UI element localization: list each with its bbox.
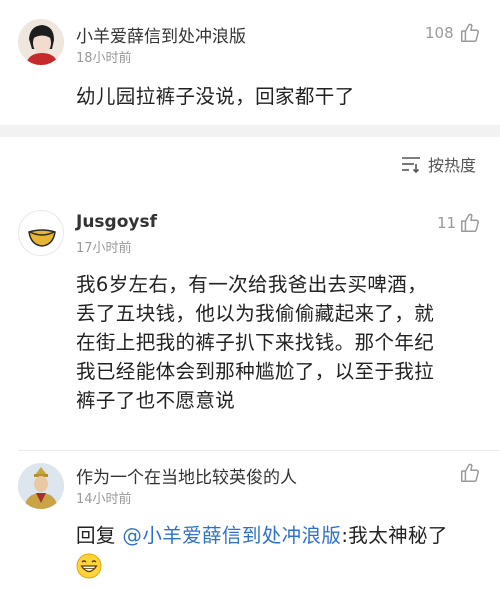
laughing-emoji-icon — [76, 553, 102, 579]
reply-prefix: 回复 — [76, 524, 116, 547]
section-separator — [0, 125, 500, 137]
username[interactable]: Jusgoysf — [76, 212, 157, 232]
comment-text-line: 在街上把我的裤子扒下来找钱。那个年纪 — [76, 331, 435, 354]
comment-item: 小羊爱薛信到处冲浪版 18小时前 108 幼儿园拉裤子没说，回家都干了 — [0, 0, 500, 125]
comment-text: 幼儿园拉裤子没说，回家都干了 — [76, 85, 355, 108]
comment-text-line: 我已经能体会到那种尴尬了，以至于我拉 — [76, 360, 435, 383]
user-avatar-icon — [18, 19, 64, 65]
thumbs-up-icon[interactable] — [459, 22, 481, 44]
comment-text: 回复 @小羊爱薛信到处冲浪版:我太神秘了 — [76, 521, 491, 550]
avatar[interactable] — [18, 463, 64, 509]
avatar[interactable] — [18, 210, 64, 256]
comment-item: 作为一个在当地比较英俊的人 14小时前 回复 @小羊爱薛信到处冲浪版:我太神秘了 — [0, 451, 500, 589]
user-avatar-icon — [19, 211, 63, 255]
comment-item: Jusgoysf 17小时前 11 我6岁左右，有一次给我爸出去买啤酒， 丢了五… — [0, 192, 500, 450]
thumbs-up-icon[interactable] — [459, 212, 481, 234]
sort-lines-icon[interactable] — [400, 154, 422, 174]
thumbs-up-icon[interactable] — [459, 462, 481, 484]
sort-by-hot-button[interactable]: 按热度 — [428, 152, 476, 176]
like-count[interactable]: 11 — [437, 214, 456, 232]
timestamp: 14小时前 — [76, 492, 132, 507]
username[interactable]: 小羊爱薛信到处冲浪版 — [76, 22, 246, 47]
timestamp: 18小时前 — [76, 51, 132, 66]
user-avatar-icon — [18, 463, 64, 509]
comment-text-line: 丢了五块钱，他以为我偷偷藏起来了，就 — [76, 302, 435, 325]
sort-bar — [0, 137, 500, 189]
avatar[interactable] — [18, 19, 64, 65]
comment-text-line: 我6岁左右，有一次给我爸出去买啤酒， — [76, 273, 428, 296]
reply-text: :我太神秘了 — [341, 524, 448, 547]
timestamp: 17小时前 — [76, 241, 132, 256]
comment-text-line: 裤子了也不愿意说 — [76, 389, 236, 412]
username[interactable]: 作为一个在当地比较英俊的人 — [76, 463, 297, 488]
comment-text: 我6岁左右，有一次给我爸出去买啤酒， 丢了五块钱，他以为我偷偷藏起来了，就 在街… — [76, 270, 486, 415]
like-count[interactable]: 108 — [425, 24, 454, 42]
mention-link[interactable]: @小羊爱薛信到处冲浪版 — [122, 524, 341, 547]
